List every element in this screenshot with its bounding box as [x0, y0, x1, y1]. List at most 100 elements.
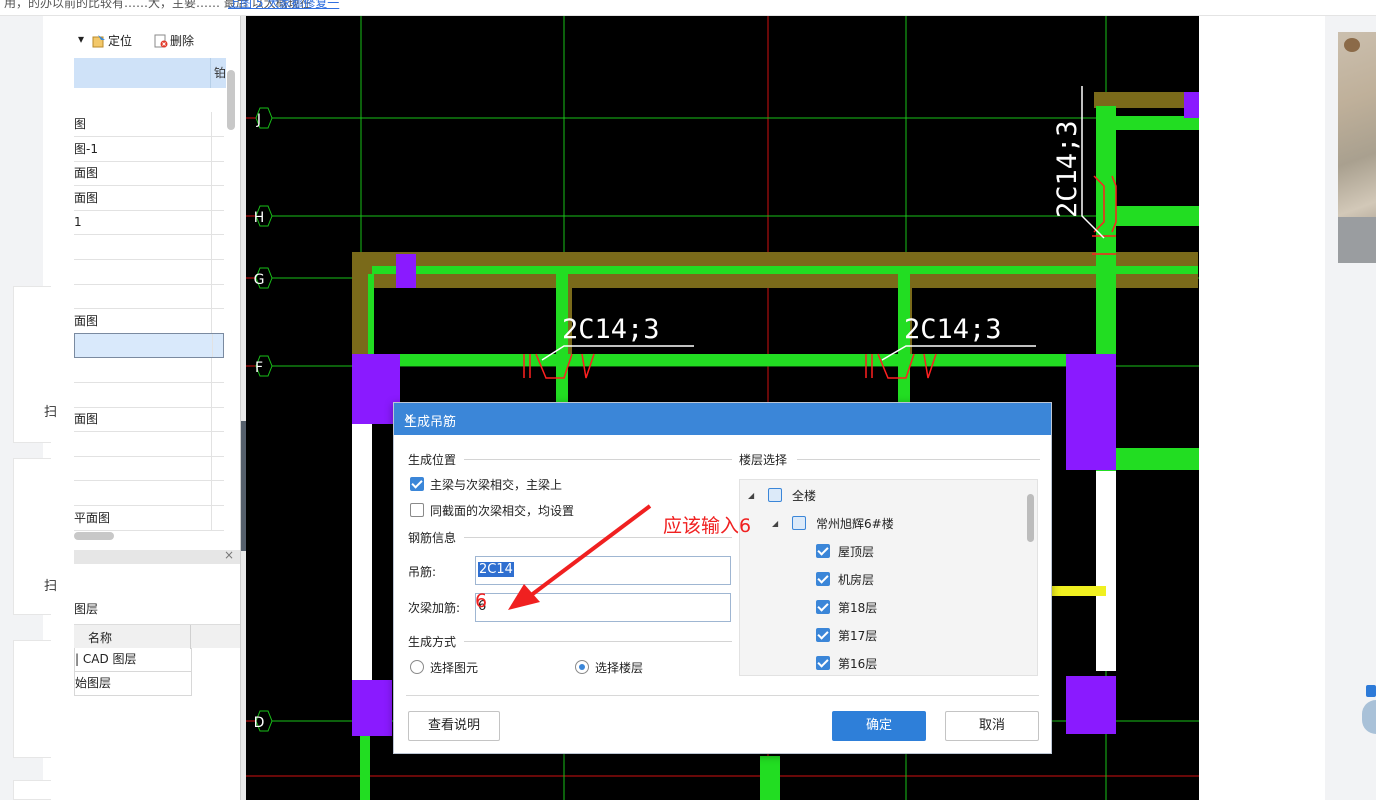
tree-expand-icon[interactable]: ◢	[772, 519, 778, 528]
locate-label: 定位	[108, 34, 133, 48]
main-secondary-checkbox[interactable]	[410, 477, 424, 491]
drawing-list-row[interactable]: 面图	[74, 161, 224, 187]
drawing-list-row[interactable]	[74, 431, 224, 457]
row-separator	[211, 358, 212, 382]
sidebar-card-text: 扫	[44, 405, 58, 420]
drawing-list-row[interactable]	[74, 259, 224, 285]
row-separator	[211, 505, 212, 530]
floor-checkbox[interactable]	[816, 656, 830, 670]
delete-icon	[154, 34, 168, 48]
drawing-list-row[interactable]	[74, 284, 224, 310]
floor-checkbox[interactable]	[816, 600, 830, 614]
delete-button[interactable]: 删除	[154, 32, 194, 49]
row-separator	[211, 407, 212, 432]
drawing-list-row[interactable]	[74, 358, 224, 383]
close-icon[interactable]: ×	[404, 411, 1041, 426]
drawing-row-label: 图	[74, 117, 87, 131]
axis-labels: J H G F D	[254, 112, 265, 731]
drawing-row-label: 面图	[74, 412, 99, 427]
tree-expand-icon[interactable]: ◢	[748, 491, 754, 500]
annotation-digit: 6	[475, 590, 488, 612]
axis-label-g: G	[254, 272, 265, 288]
drawing-list-row[interactable]: 1	[74, 210, 224, 236]
article-top-strip: 用，的办以前的比较有……大，主要…… 最后 以大概现在 上图 5 大家都修复一	[0, 0, 1376, 16]
row-separator	[211, 456, 212, 481]
ok-button[interactable]: 确定	[832, 711, 926, 741]
all-floors-checkbox[interactable]	[768, 488, 782, 502]
sidebar-card-text: 扫	[44, 579, 58, 594]
drawing-list-row[interactable]: 图-1	[74, 136, 224, 162]
floor-label: 机房层	[838, 573, 875, 587]
floor-checkbox[interactable]	[816, 544, 830, 558]
delete-label: 删除	[170, 34, 195, 48]
row-separator	[211, 259, 212, 284]
row-separator	[211, 284, 212, 309]
axis-bubbles	[255, 107, 273, 732]
sidebar-card[interactable]: 扫	[13, 458, 57, 615]
main-secondary-label: 主梁与次梁相交，主梁上	[430, 478, 563, 492]
floor-tree-scrollbar[interactable]	[1027, 494, 1034, 542]
drawing-row-label: 平面图	[74, 510, 111, 525]
extra-bar-label: 次梁加筋:	[408, 601, 461, 615]
floor-checkbox[interactable]	[816, 628, 830, 642]
drawing-list-row[interactable]	[74, 333, 224, 359]
annotation-hint: 应该输入6	[663, 515, 752, 537]
rebar-labels: 2C14;3 2C14;3 2C14;3	[562, 120, 1083, 345]
layer-header-separator	[190, 625, 191, 649]
select-floor-label: 选择楼层	[595, 661, 644, 675]
row-separator	[211, 210, 212, 235]
floor-label: 第16层	[838, 657, 878, 671]
floor-group-line	[797, 459, 1040, 460]
select-floor-radio[interactable]	[575, 660, 589, 674]
drawing-list-header: 铂	[74, 58, 226, 88]
same-section-checkbox[interactable]	[410, 503, 424, 517]
drawing-list-row[interactable]: 图	[74, 112, 224, 137]
top-strip-link[interactable]: 上图 5 大家都修复一	[228, 0, 339, 11]
axis-label-f: F	[255, 360, 263, 376]
row-separator	[211, 382, 212, 407]
drawing-list-row[interactable]	[74, 481, 224, 506]
all-floors-label: 全楼	[792, 489, 817, 503]
layer-row[interactable]: | CAD 图层	[74, 648, 192, 672]
drawing-list-row[interactable]: 面图	[74, 185, 224, 211]
sidebar-card[interactable]	[13, 640, 51, 758]
toolbar-dropdown-icon[interactable]: ▾	[78, 32, 84, 46]
floor-label: 屋顶层	[838, 545, 875, 559]
badge-icon	[1366, 685, 1376, 697]
sidebar-photo[interactable]	[1338, 32, 1376, 263]
method-group-line	[464, 641, 732, 642]
cancel-button[interactable]: 取消	[945, 711, 1039, 741]
layer-panel-close-icon[interactable]: ×	[224, 548, 234, 562]
drawing-row-label: 1	[74, 215, 82, 230]
floor-group-title: 楼层选择	[739, 453, 788, 467]
drawing-list-row[interactable]	[74, 235, 224, 260]
header-separator	[210, 58, 211, 88]
drawing-list-row[interactable]	[74, 456, 224, 482]
row-separator	[211, 185, 212, 210]
row-separator	[211, 308, 212, 333]
layer-row[interactable]: 始图层	[74, 672, 192, 696]
drawing-row-label: 图-1	[74, 141, 98, 156]
drawing-list-row[interactable]: 面图	[74, 407, 224, 433]
drawing-list-row[interactable]: 面图	[74, 308, 224, 334]
row-separator	[211, 161, 212, 186]
drawing-row-label: 面图	[74, 313, 99, 328]
row-separator	[212, 334, 213, 358]
sidebar-card[interactable]: 扫	[13, 286, 57, 443]
drawing-list-row[interactable]: 平面图	[74, 505, 224, 531]
position-group-line	[464, 459, 732, 460]
sidebar-card[interactable]	[13, 780, 51, 800]
drawing-list-row[interactable]	[74, 382, 224, 408]
list-scrollbar[interactable]	[227, 70, 235, 130]
help-button[interactable]: 查看说明	[408, 711, 500, 741]
panel-toolbar: ▾ 定位 删除	[74, 26, 240, 52]
list-hscrollbar[interactable]	[74, 532, 114, 540]
locate-button[interactable]: 定位	[92, 32, 132, 49]
building-checkbox[interactable]	[792, 516, 806, 530]
dialog-titlebar[interactable]: 生成吊筋 ×	[394, 403, 1051, 435]
floor-checkbox[interactable]	[816, 572, 830, 586]
select-element-radio[interactable]	[410, 660, 424, 674]
axis-label-j: J	[256, 112, 261, 128]
building-label: 常州旭辉6#楼	[816, 517, 894, 531]
layer-table-header: 名称	[74, 624, 240, 649]
